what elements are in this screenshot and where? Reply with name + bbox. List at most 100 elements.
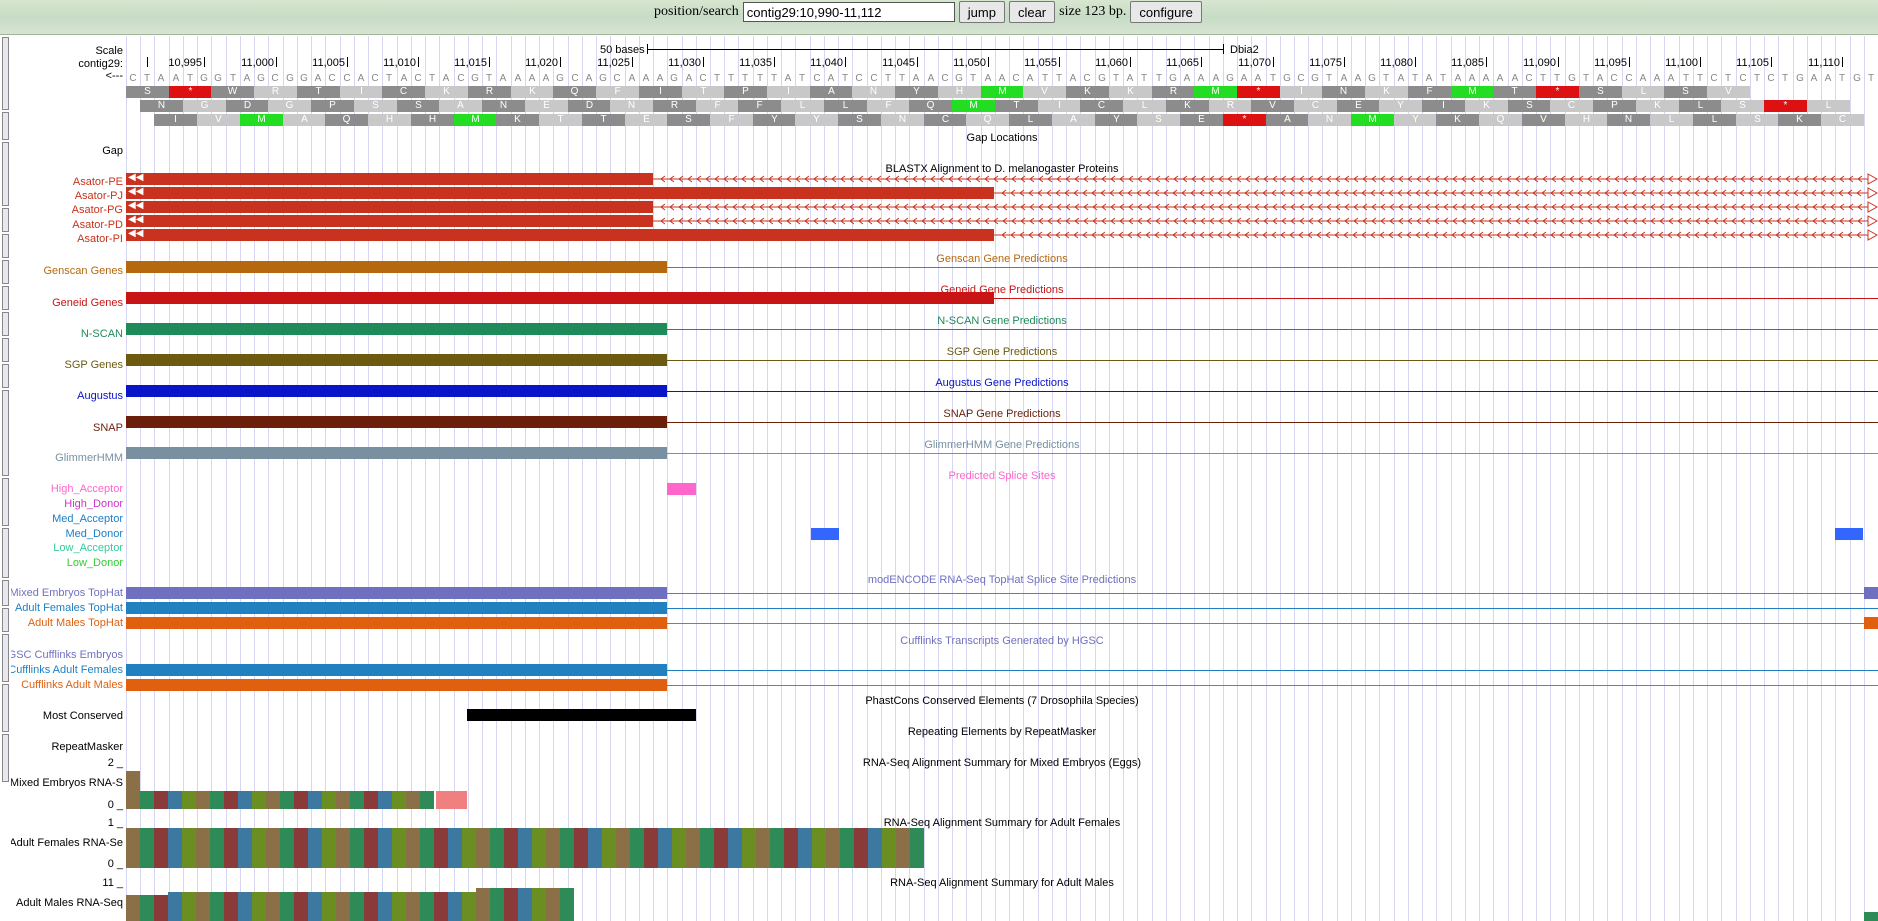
blastx-feature[interactable]	[126, 215, 653, 227]
augustus-label[interactable]: Augustus	[77, 390, 123, 402]
amino-acid: N	[1308, 114, 1351, 126]
splice-label-low-acceptor[interactable]: Low_Acceptor	[53, 542, 123, 554]
repeatmasker-label[interactable]: RepeatMasker	[51, 741, 123, 753]
sgp-track-handle[interactable]	[2, 286, 9, 310]
rnaseq-male-bar	[350, 892, 364, 921]
strand-label[interactable]: <---	[106, 70, 123, 82]
splice-track-handle[interactable]	[2, 390, 9, 476]
amino-acid: H	[1565, 114, 1608, 126]
dna-base: C	[813, 73, 821, 84]
blastx-feature[interactable]	[126, 229, 994, 241]
genscan-feature[interactable]	[126, 261, 667, 273]
genscan-label[interactable]: Genscan Genes	[44, 265, 124, 277]
size-text: size 123 bp.	[1059, 4, 1127, 19]
dna-base: G	[1311, 73, 1319, 84]
blastx-label-pd[interactable]: Asator-PD	[72, 219, 123, 231]
geneid-track-handle[interactable]	[2, 234, 9, 258]
dna-base: T	[727, 73, 735, 84]
augustus-feature[interactable]	[126, 385, 667, 397]
nscan-label[interactable]: N-SCAN	[81, 328, 123, 340]
splice-label-low-donor[interactable]: Low_Donor	[67, 557, 123, 569]
blastx-feature[interactable]	[126, 187, 994, 199]
phastcons-element[interactable]	[467, 709, 696, 721]
blastx-label-pg[interactable]: Asator-PG	[72, 204, 123, 216]
dna-base: T	[1539, 73, 1547, 84]
nscan-track-handle[interactable]	[2, 260, 9, 284]
splice-label-med-acceptor[interactable]: Med_Acceptor	[52, 513, 123, 525]
glimmer-feature[interactable]	[126, 447, 667, 459]
tophat-label-males[interactable]: Adult Males TopHat	[28, 617, 123, 629]
tophat-feature[interactable]	[126, 587, 667, 599]
phastcons-label[interactable]: Most Conserved	[43, 710, 123, 722]
snap-label[interactable]: SNAP	[93, 422, 123, 434]
rnaseq-embryo-track-handle[interactable]	[2, 634, 9, 682]
rnaseq-female-label[interactable]: Adult Females RNA-Se	[11, 837, 123, 849]
sgp-feature[interactable]	[126, 354, 667, 366]
tophat-track-handle[interactable]	[2, 478, 9, 526]
rnaseq-female-track-handle[interactable]	[2, 684, 9, 732]
glimmer-track-handle[interactable]	[2, 364, 9, 388]
blastx-label-pe[interactable]: Asator-PE	[73, 176, 123, 188]
ruler-handle[interactable]	[2, 37, 9, 110]
blastx-label-pi[interactable]: Asator-PI	[77, 233, 123, 245]
nscan-feature[interactable]	[126, 323, 667, 335]
med-donor-site[interactable]	[1835, 528, 1863, 540]
tophat-label-females[interactable]: Adult Females TopHat	[15, 602, 123, 614]
dna-base: A	[442, 73, 450, 84]
glimmer-label[interactable]: GlimmerHMM	[55, 452, 123, 464]
blastx-track-handle[interactable]	[2, 142, 9, 206]
rnaseq-male-label[interactable]: Adult Males RNA-Seq	[16, 897, 123, 909]
configure-button[interactable]: configure	[1130, 1, 1202, 23]
dna-base: G	[556, 73, 564, 84]
tophat-feature[interactable]	[126, 602, 667, 614]
position-search-input[interactable]	[742, 2, 955, 22]
dna-base: T	[841, 73, 849, 84]
high-acceptor-site[interactable]	[667, 483, 696, 495]
amino-acid: Q	[909, 100, 952, 112]
rnaseq-male-track-handle[interactable]	[2, 734, 9, 782]
snap-track-handle[interactable]	[2, 338, 9, 362]
jump-button[interactable]: jump	[958, 1, 1005, 23]
blastx-feature[interactable]	[126, 201, 653, 213]
rnaseq-female-bar	[420, 828, 434, 868]
track-data-area[interactable]: 50 bases Dbia2 10,995 11,000 11,005 11,010 1…	[126, 36, 1878, 921]
cufflinks-feature[interactable]	[126, 679, 667, 691]
rnaseq-female-bar	[714, 828, 728, 868]
gap-track-handle[interactable]	[2, 112, 9, 140]
geneid-label[interactable]: Geneid Genes	[52, 297, 123, 309]
splice-label-high-acceptor[interactable]: High_Acceptor	[51, 483, 123, 495]
splice-label-high-donor[interactable]: High_Donor	[64, 498, 123, 510]
cufflinks-label-males[interactable]: Cufflinks Adult Males	[21, 679, 123, 691]
blastx-intron-line	[994, 229, 1878, 241]
med-donor-site[interactable]	[811, 528, 839, 540]
snap-feature[interactable]	[126, 416, 667, 428]
blastx-feature[interactable]	[126, 173, 653, 185]
gap-label[interactable]: Gap	[102, 145, 123, 157]
clear-button[interactable]: clear	[1008, 1, 1056, 23]
rnaseq-male-bar	[560, 888, 574, 921]
amino-acid: T	[582, 114, 625, 126]
amino-acid: I	[154, 114, 197, 126]
repeatmasker-track-handle[interactable]	[2, 608, 9, 632]
gap-track-title: Gap Locations	[966, 132, 1038, 144]
cufflinks-feature[interactable]	[126, 664, 667, 676]
cufflinks-label-females[interactable]: Cufflinks Adult Females	[11, 664, 123, 676]
amino-acid: N	[881, 114, 924, 126]
cufflinks-track-handle[interactable]	[2, 528, 9, 578]
tophat-feature[interactable]	[126, 617, 667, 629]
augustus-track-handle[interactable]	[2, 312, 9, 336]
rnaseq-female-bar	[406, 828, 420, 868]
tophat-label-embryos[interactable]: Mixed Embryos TopHat	[11, 587, 123, 599]
genscan-track-handle[interactable]	[2, 208, 9, 232]
splice-label-med-donor[interactable]: Med_Donor	[66, 528, 123, 540]
sgp-label[interactable]: SGP Genes	[65, 359, 124, 371]
phastcons-track-handle[interactable]	[2, 580, 9, 606]
cufflinks-label-embryos[interactable]: HGSC Cufflinks Embryos	[11, 649, 123, 661]
rnaseq-embryo-label[interactable]: Mixed Embryos RNA-S	[11, 777, 123, 789]
blastx-label-pj[interactable]: Asator-PJ	[75, 190, 123, 202]
tophat-track-title: modENCODE RNA-Seq TopHat Splice Site Pre…	[867, 574, 1137, 586]
geneid-feature[interactable]	[126, 292, 994, 304]
tophat-feature[interactable]	[1864, 587, 1878, 599]
amino-acid: Q	[1479, 114, 1522, 126]
tophat-feature[interactable]	[1864, 617, 1878, 629]
